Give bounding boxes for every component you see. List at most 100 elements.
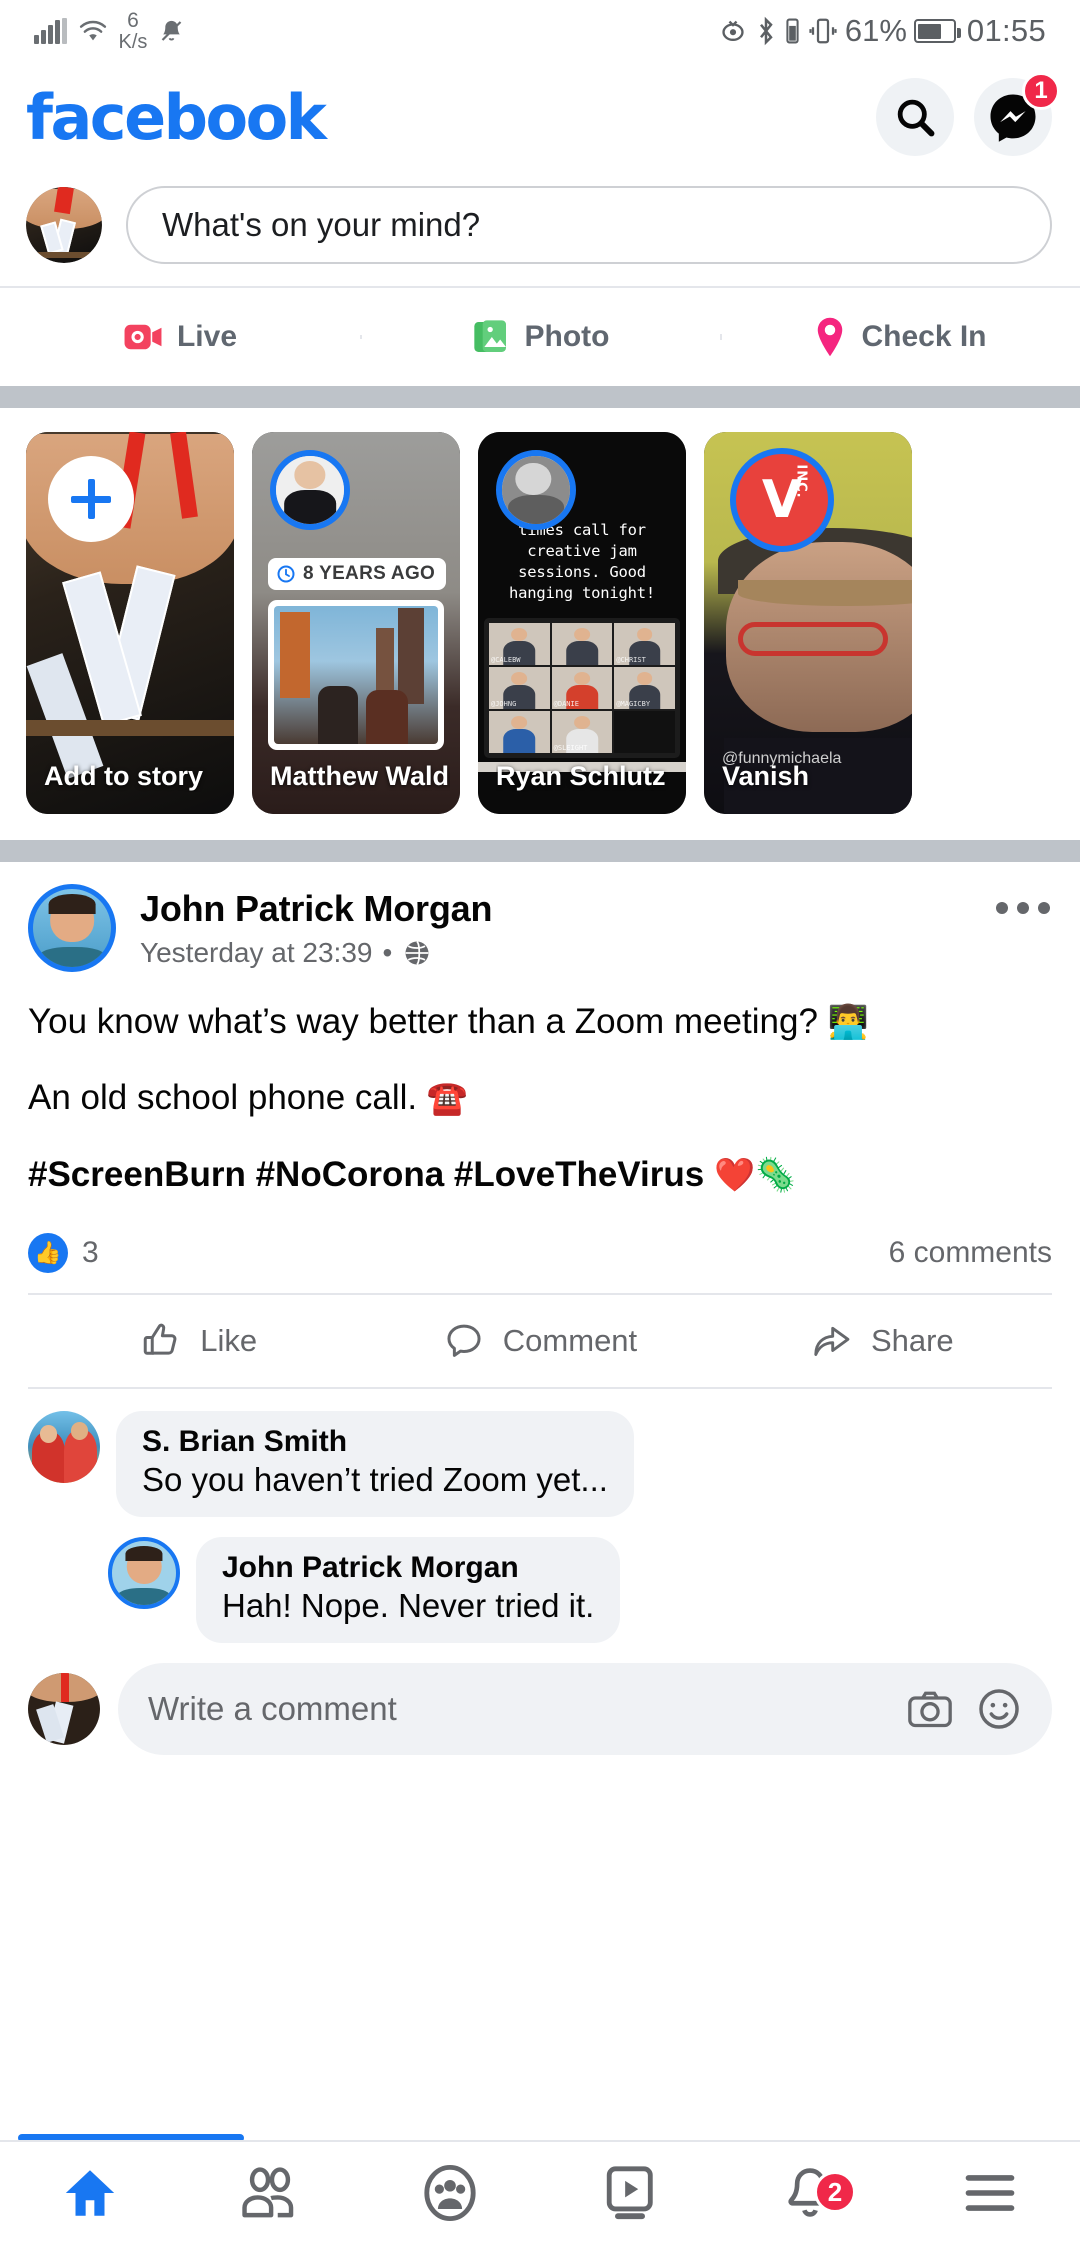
search-icon (897, 99, 935, 137)
comment-composer: Write a comment (0, 1662, 1080, 1755)
nav-home[interactable] (0, 2164, 180, 2222)
thumbs-up-icon: 👍 (28, 1232, 68, 1273)
comment-button[interactable]: Comment (369, 1320, 710, 1362)
comment-author-avatar[interactable] (108, 1536, 180, 1609)
photo-label: Photo (524, 320, 610, 353)
like-button[interactable]: Like (28, 1320, 369, 1362)
comment-text: Hah! Nope. Never tried it. (222, 1586, 595, 1624)
messenger-badge: 1 (1022, 72, 1060, 110)
comment-input[interactable]: Write a comment (118, 1662, 1052, 1755)
comment-author-name: John Patrick Morgan (222, 1550, 519, 1584)
story-card-matthew[interactable]: 8 YEARS AGO Matthew Waldman (252, 432, 460, 814)
clock-rewind-icon (277, 565, 295, 583)
post-author-avatar[interactable] (28, 884, 116, 972)
facebook-feed-screen: 6 K/s 61% 01:55 facebook 1 What's on you… (0, 0, 1080, 2244)
section-divider (0, 386, 1080, 408)
groups-icon (424, 2164, 476, 2222)
network-speed-indicator: 6 K/s (119, 10, 148, 52)
avatar[interactable] (28, 1672, 100, 1745)
nav-menu[interactable] (900, 2171, 1080, 2215)
location-pin-icon (818, 317, 843, 357)
comment-bubble[interactable]: S. Brian Smith So you haven’t tried Zoom… (116, 1410, 634, 1517)
camera-icon[interactable] (906, 1687, 954, 1731)
vibrate-icon (809, 18, 837, 44)
story-label: Vanish (722, 761, 810, 791)
comment-author-avatar[interactable] (28, 1410, 100, 1483)
avatar[interactable] (26, 187, 102, 263)
post-author-name[interactable]: John Patrick Morgan (140, 888, 492, 930)
memory-badge-label: 8 YEARS AGO (303, 563, 436, 584)
comments-list: S. Brian Smith So you haven’t tried Zoom… (0, 1389, 1080, 1643)
feed-post: John Patrick Morgan Yesterday at 23:39 •… (0, 862, 1080, 1755)
nav-watch[interactable] (540, 2164, 720, 2222)
checkin-button[interactable]: Check In (720, 316, 1080, 358)
story-card-ryan[interactable]: times call for creative jam sessions. Go… (478, 432, 686, 814)
status-composer: What's on your mind? (0, 172, 1080, 286)
add-story-plus-icon[interactable] (48, 456, 134, 542)
signal-bars-icon (34, 18, 67, 44)
comment-bubble-icon (447, 1324, 481, 1357)
nav-notifications[interactable]: 2 (720, 2165, 900, 2221)
network-speed-value: 6 (127, 9, 139, 32)
live-label: Live (176, 320, 238, 353)
status-input-placeholder: What's on your mind? (162, 206, 481, 243)
comment-count[interactable]: 6 comments (889, 1236, 1052, 1270)
post-meta-separator: • (382, 937, 393, 968)
nav-groups[interactable] (360, 2164, 540, 2222)
live-button[interactable]: Live (0, 319, 360, 355)
post-counts: 👍 3 6 comments (0, 1227, 1080, 1273)
battery-small-icon (786, 18, 799, 44)
share-arrow-icon (814, 1326, 850, 1356)
post-body: You know what’s way better than a Zoom m… (0, 972, 1080, 1199)
section-divider-2 (0, 840, 1080, 862)
messenger-button[interactable]: 1 (974, 72, 1060, 156)
emoji-smiley-icon[interactable] (976, 1686, 1022, 1732)
live-video-icon (124, 324, 162, 350)
post-line-text: An old school phone call. (28, 1078, 418, 1118)
post-line-text: You know what’s way better than a Zoom m… (28, 1002, 818, 1041)
like-label: Like (200, 1322, 258, 1358)
post-line-emoji: 👨‍💻 (827, 1003, 869, 1040)
comment-bubble[interactable]: John Patrick Morgan Hah! Nope. Never tri… (196, 1536, 621, 1643)
photo-button[interactable]: Photo (360, 317, 720, 357)
nav-friends[interactable] (180, 2165, 360, 2221)
facebook-logo[interactable]: facebook (26, 81, 327, 154)
post-line-emoji: ☎️ (426, 1079, 468, 1117)
post-timestamp: Yesterday at 23:39 (140, 937, 373, 968)
thumbs-up-outline-icon (143, 1323, 177, 1355)
watch-video-icon (606, 2166, 653, 2220)
post-line: You know what’s way better than a Zoom m… (28, 998, 1052, 1046)
post-hashtag-emoji: ❤️🦠 (713, 1155, 797, 1193)
post-hashtags[interactable]: #ScreenBurn #NoCorona #LoveTheVirus ❤️🦠 (28, 1151, 1052, 1199)
notification-silenced-icon (162, 20, 182, 41)
comment-input-placeholder: Write a comment (148, 1689, 397, 1727)
story-card-vanish[interactable]: @funnymichaela V INC. Vanish (704, 432, 912, 814)
share-label: Share (870, 1322, 954, 1358)
home-icon (65, 2170, 115, 2216)
post-line: An old school phone call. ☎️ (28, 1074, 1052, 1122)
more-options-icon[interactable] (996, 902, 1050, 914)
stories-tray[interactable]: Add to story 8 YEARS AGO Matthew Wald ti… (0, 408, 1080, 840)
app-header: facebook 1 (0, 62, 1080, 172)
memory-badge: 8 YEARS AGO (268, 558, 447, 590)
hamburger-menu-icon (965, 2175, 1015, 2211)
story-label: Add to story (44, 761, 203, 791)
vanish-logo-sub: INC. (793, 464, 809, 499)
comment-input-icons (906, 1686, 1022, 1732)
status-bar-right: 61% 01:55 (718, 13, 1046, 49)
battery-percent: 61% (844, 13, 907, 48)
post-action-bar: Like Comment Share (28, 1292, 1052, 1389)
post-header: John Patrick Morgan Yesterday at 23:39 • (0, 862, 1080, 972)
comment-item-reply: John Patrick Morgan Hah! Nope. Never tri… (28, 1536, 1052, 1643)
composer-actions: Live Photo Check In (0, 288, 1080, 386)
story-avatar-ring (270, 450, 350, 530)
story-card-add[interactable]: Add to story (26, 432, 234, 814)
status-input[interactable]: What's on your mind? (126, 186, 1052, 264)
eye-care-icon (722, 20, 744, 42)
battery-icon (913, 19, 961, 43)
status-bar: 6 K/s 61% 01:55 (0, 0, 1080, 62)
search-button[interactable] (876, 78, 954, 156)
reaction-summary[interactable]: 👍 3 (28, 1232, 99, 1273)
comment-author-name: S. Brian Smith (142, 1424, 348, 1458)
share-button[interactable]: Share (711, 1320, 1052, 1362)
